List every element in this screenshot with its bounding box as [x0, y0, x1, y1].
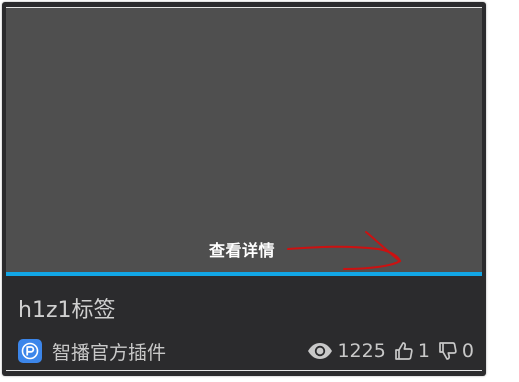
view-details-link[interactable]: 查看详情 [209, 237, 275, 261]
like-button[interactable]: 1 [394, 340, 430, 362]
card-bottom-divider [6, 370, 482, 371]
likes-count: 1 [417, 340, 430, 362]
preview-accent-bar [6, 272, 482, 276]
author-info[interactable]: 智播官方插件 [18, 339, 167, 364]
dislike-button[interactable]: 0 [438, 340, 474, 362]
eye-icon [307, 342, 333, 360]
dislikes-count: 0 [461, 340, 474, 362]
plugin-title[interactable]: h1z1标签 [18, 292, 116, 324]
plugin-logo-icon [18, 339, 42, 363]
thumbs-down-icon [438, 341, 458, 361]
author-name: 智播官方插件 [52, 341, 167, 364]
card-stats: 1225 1 0 [307, 339, 474, 363]
views-count: 1225 [337, 340, 386, 362]
preview-image[interactable] [6, 8, 482, 272]
views-stat: 1225 [307, 340, 386, 362]
plugin-card[interactable]: 查看详情 h1z1标签 智播官方插件 1225 1 0 [2, 2, 486, 376]
thumbs-up-icon [394, 341, 414, 361]
